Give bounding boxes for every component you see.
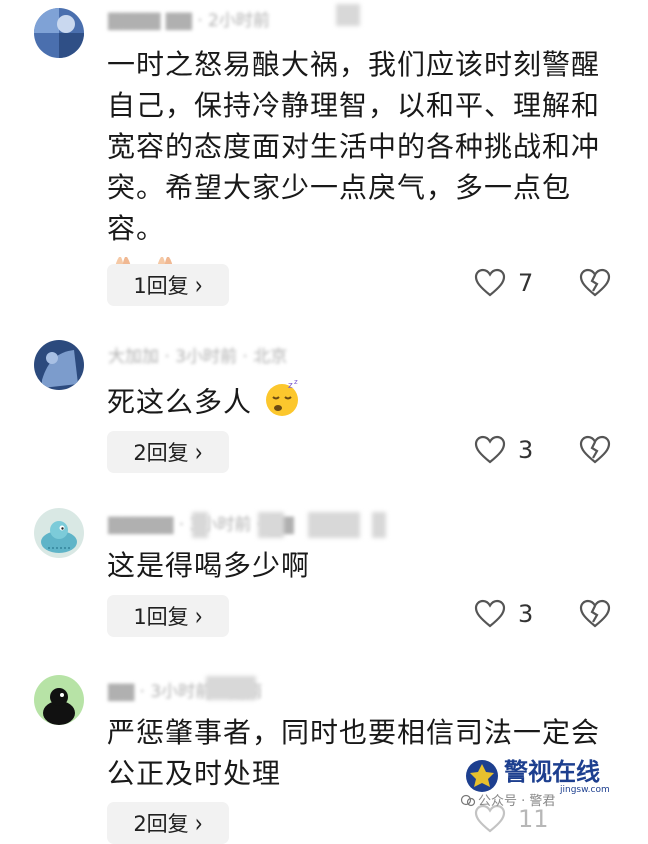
avatar[interactable] xyxy=(34,340,84,390)
heart-icon xyxy=(474,435,506,464)
avatar[interactable] xyxy=(34,8,84,58)
watermark-domain: jingsw.com xyxy=(559,785,610,795)
like-button[interactable]: 3 xyxy=(474,599,533,629)
reply-label: 1回复 xyxy=(133,605,189,629)
reply-label: 1回复 xyxy=(133,274,189,298)
heart-icon xyxy=(474,804,506,833)
broken-heart-icon xyxy=(579,268,611,297)
svg-text:z: z xyxy=(294,378,299,386)
watermark-account: 公众号 · 警君 xyxy=(478,793,555,808)
chevron-right-icon: › xyxy=(194,436,203,468)
svg-text:z: z xyxy=(288,381,294,391)
redaction xyxy=(192,512,208,538)
comment-meta: 大加加 · 3小时前 · 北京 xyxy=(108,347,288,367)
reply-button[interactable]: 2回复 › xyxy=(107,802,229,844)
reply-button[interactable]: 2回复 › xyxy=(107,431,229,473)
comment-text: 死这么多人 z z xyxy=(107,378,627,429)
reply-label: 2回复 xyxy=(133,441,189,465)
like-button[interactable]: 11 xyxy=(474,804,549,834)
dislike-button[interactable] xyxy=(579,435,611,469)
chevron-right-icon: › xyxy=(194,269,203,301)
redaction xyxy=(258,512,284,538)
redaction xyxy=(336,4,360,26)
redaction xyxy=(372,512,386,538)
comment-line: 自己，保持冷静理智，以和平、理解和 xyxy=(107,89,601,122)
comment-line: 这是得喝多少啊 xyxy=(107,549,311,582)
chevron-right-icon: › xyxy=(194,807,203,839)
watermark: 警视在线 jingsw.com 公众号 · 警君 xyxy=(460,748,630,809)
reply-label: 2回复 xyxy=(133,812,189,836)
avatar[interactable] xyxy=(34,508,84,558)
comment-text: 这是得喝多少啊 xyxy=(107,545,627,586)
comment-line: 一时之怒易酿大祸，我们应该时刻警醒 xyxy=(107,48,601,81)
redaction xyxy=(206,676,256,700)
wechat-icon xyxy=(460,794,476,807)
dislike-button[interactable] xyxy=(579,599,611,633)
redaction xyxy=(308,512,360,538)
like-count: 3 xyxy=(518,600,534,628)
broken-heart-icon xyxy=(579,435,611,464)
comment-line: 突。希望大家少一点戾气，多一点包容。 xyxy=(107,171,572,245)
like-count: 3 xyxy=(518,436,534,464)
avatar[interactable] xyxy=(34,675,84,725)
comment-line: 严惩肇事者，同时也要相信司法一定会 xyxy=(107,716,601,749)
reply-button[interactable]: 1回复 › xyxy=(107,595,229,637)
like-button[interactable]: 3 xyxy=(474,435,533,465)
heart-icon xyxy=(474,268,506,297)
watermark-brand: 警视在线 xyxy=(503,758,600,786)
comment-line: 死这么多人 xyxy=(107,385,253,419)
comment-line: 宽容的态度面对生活中的各种挑战和冲 xyxy=(107,130,601,163)
dislike-button[interactable] xyxy=(579,268,611,302)
comment-meta: ▇▇▇▇ ▇▇ · 2小时前 xyxy=(108,11,270,31)
like-count: 11 xyxy=(518,805,549,833)
chevron-right-icon: › xyxy=(194,600,203,632)
broken-heart-icon xyxy=(579,599,611,628)
comment-text: 一时之怒易酿大祸，我们应该时刻警醒 自己，保持冷静理智，以和平、理解和 宽容的态… xyxy=(107,44,627,297)
reply-button[interactable]: 1回复 › xyxy=(107,264,229,306)
police-badge-icon xyxy=(466,760,498,792)
like-count: 7 xyxy=(518,269,534,297)
sleepy-face-emoji: z z xyxy=(262,378,302,429)
like-button[interactable]: 7 xyxy=(474,268,533,298)
heart-icon xyxy=(474,599,506,628)
